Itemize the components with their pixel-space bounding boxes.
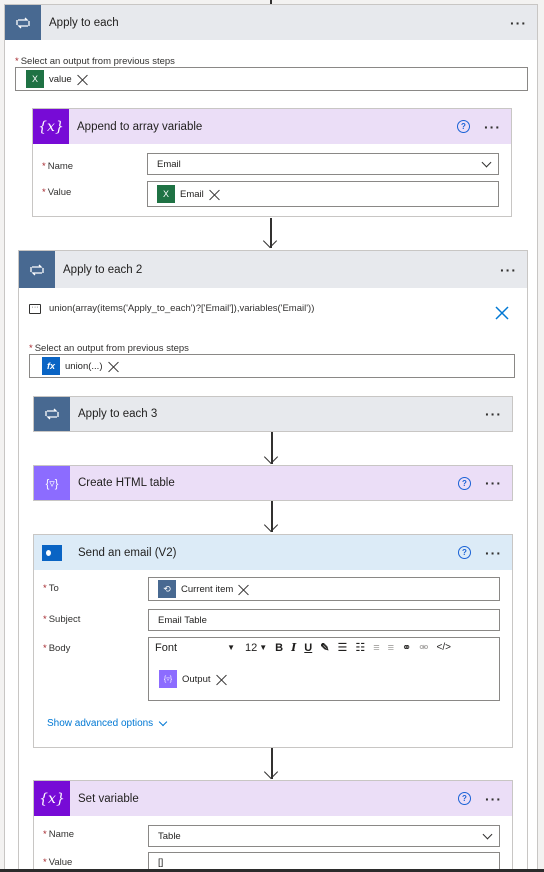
apply-to-each-3-title: Apply to each 3 — [78, 408, 158, 420]
union-token[interactable]: fx union(...) — [42, 357, 119, 375]
to-field[interactable]: ⟲ Current item — [148, 577, 500, 601]
send-email-title: Send an email (V2) — [78, 546, 177, 559]
more-icon[interactable]: ··· — [510, 16, 527, 30]
email-token[interactable]: X Email — [157, 185, 220, 203]
expression-text: union(array(items('Apply_to_each')?['Ema… — [49, 303, 315, 314]
subject-label: * Subject — [43, 614, 81, 625]
more-icon[interactable]: ··· — [485, 546, 502, 560]
output-token[interactable]: {▿} Output — [159, 670, 227, 688]
select-output-label: * Select an output from previous steps — [15, 56, 175, 67]
help-icon[interactable]: ? — [457, 120, 470, 133]
value-label: * Value — [43, 857, 73, 868]
show-advanced-options-link[interactable]: Show advanced options — [47, 717, 168, 729]
apply-to-each-card: Apply to each ··· * Select an output from… — [4, 4, 538, 872]
apply-to-each-2-header[interactable]: Apply to each 2 ··· — [19, 251, 527, 288]
variable-icon: {x} — [34, 781, 70, 816]
name-dropdown[interactable]: Email — [147, 153, 499, 175]
chevron-down-icon — [482, 829, 493, 839]
font-select[interactable]: Font ▼ — [155, 642, 235, 654]
append-variable-title: Append to array variable — [77, 120, 203, 133]
select-output-label: * Select an output from previous steps — [29, 343, 189, 354]
fx-icon: fx — [42, 357, 60, 375]
create-html-table-title: Create HTML table — [78, 477, 175, 489]
loop-icon: ⟲ — [158, 580, 176, 598]
comment-icon: ··· — [29, 303, 41, 314]
code-view-icon[interactable]: </> — [436, 642, 450, 653]
send-email-card: Send an email (V2) ? ··· * To ⟲ Current it… — [33, 534, 513, 748]
html-table-icon: {▿} — [34, 466, 70, 500]
loop-icon — [5, 5, 41, 40]
value-label: * Value — [42, 187, 72, 198]
format-toolbar: Font ▼ 12 ▼ B I U ✎ ☰ ☷ ≡ ≡ ⚭ ⚮ </> — [155, 641, 451, 654]
loop-icon — [34, 397, 70, 431]
select-output-field[interactable]: fx union(...) — [29, 354, 515, 378]
append-variable-header[interactable]: {x} Append to array variable ? ··· — [33, 109, 511, 144]
close-icon[interactable] — [108, 361, 119, 372]
name-dropdown[interactable]: Table — [148, 825, 500, 847]
close-icon[interactable] — [216, 674, 227, 685]
unlink-icon[interactable]: ⚮ — [419, 641, 428, 654]
more-icon[interactable]: ··· — [485, 407, 502, 421]
indent-icon[interactable]: ≡ — [388, 642, 394, 654]
create-html-table-card[interactable]: {▿} Create HTML table ? ··· — [33, 465, 513, 501]
subject-field[interactable]: Email Table — [148, 609, 500, 631]
excel-icon: X — [157, 185, 175, 203]
more-icon[interactable]: ··· — [500, 263, 517, 277]
to-label: * To — [43, 583, 59, 594]
select-output-field[interactable]: X value — [15, 67, 528, 91]
link-icon[interactable]: ⚭ — [402, 641, 411, 654]
chevron-down-icon — [481, 157, 492, 167]
name-label: * Name — [43, 829, 75, 840]
more-icon[interactable]: ··· — [485, 792, 502, 806]
set-variable-card: {x} Set variable ? ··· * Name Table * Value… — [33, 780, 513, 872]
close-icon[interactable] — [209, 189, 220, 200]
close-icon[interactable] — [238, 584, 249, 595]
body-editor[interactable]: Font ▼ 12 ▼ B I U ✎ ☰ ☷ ≡ ≡ ⚭ ⚮ </> {▿} Ou… — [148, 637, 500, 701]
connector-arrow — [263, 501, 279, 534]
underline-icon[interactable]: U — [304, 642, 312, 654]
value-field[interactable]: X Email — [147, 181, 499, 207]
apply-to-each-3-card[interactable]: Apply to each 3 ··· — [33, 396, 513, 432]
bullet-list-icon[interactable]: ☰ — [337, 641, 347, 654]
set-variable-title: Set variable — [78, 792, 139, 805]
connector-arrow — [263, 432, 279, 466]
highlight-icon[interactable]: ✎ — [320, 641, 329, 654]
font-size-select[interactable]: 12 ▼ — [245, 642, 267, 654]
apply-to-each-header[interactable]: Apply to each ··· — [5, 5, 537, 40]
outlook-icon — [34, 535, 70, 570]
body-label: * Body — [43, 643, 71, 654]
apply-to-each-2-title: Apply to each 2 — [63, 263, 143, 276]
more-icon[interactable]: ··· — [485, 476, 502, 490]
close-icon[interactable] — [77, 74, 88, 85]
help-icon[interactable]: ? — [458, 792, 471, 805]
more-icon[interactable]: ··· — [484, 120, 501, 134]
connector-arrow — [263, 748, 279, 781]
chevron-down-icon — [158, 717, 168, 726]
append-variable-card: {x} Append to array variable ? ··· * Name … — [32, 108, 512, 217]
html-table-icon: {▿} — [159, 670, 177, 688]
loop-icon — [19, 251, 55, 288]
value-token[interactable]: X value — [26, 70, 88, 88]
outdent-icon[interactable]: ≡ — [373, 642, 379, 654]
send-email-header[interactable]: Send an email (V2) ? ··· — [34, 535, 512, 570]
numbered-list-icon[interactable]: ☷ — [355, 641, 365, 654]
apply-to-each-title: Apply to each — [49, 16, 119, 29]
excel-icon: X — [26, 70, 44, 88]
name-label: * Name — [42, 161, 74, 172]
expression-row: ··· union(array(items('Apply_to_each')?[… — [29, 303, 314, 314]
italic-icon[interactable]: I — [291, 641, 296, 654]
help-icon[interactable]: ? — [458, 476, 471, 490]
close-icon[interactable] — [495, 306, 509, 320]
current-item-token[interactable]: ⟲ Current item — [158, 580, 249, 598]
connector-arrow — [262, 218, 278, 250]
bold-icon[interactable]: B — [275, 642, 283, 654]
variable-icon: {x} — [33, 109, 69, 144]
set-variable-header[interactable]: {x} Set variable ? ··· — [34, 781, 512, 816]
help-icon[interactable]: ? — [458, 546, 471, 559]
apply-to-each-2-card: Apply to each 2 ··· ··· union(array(item… — [18, 250, 528, 872]
